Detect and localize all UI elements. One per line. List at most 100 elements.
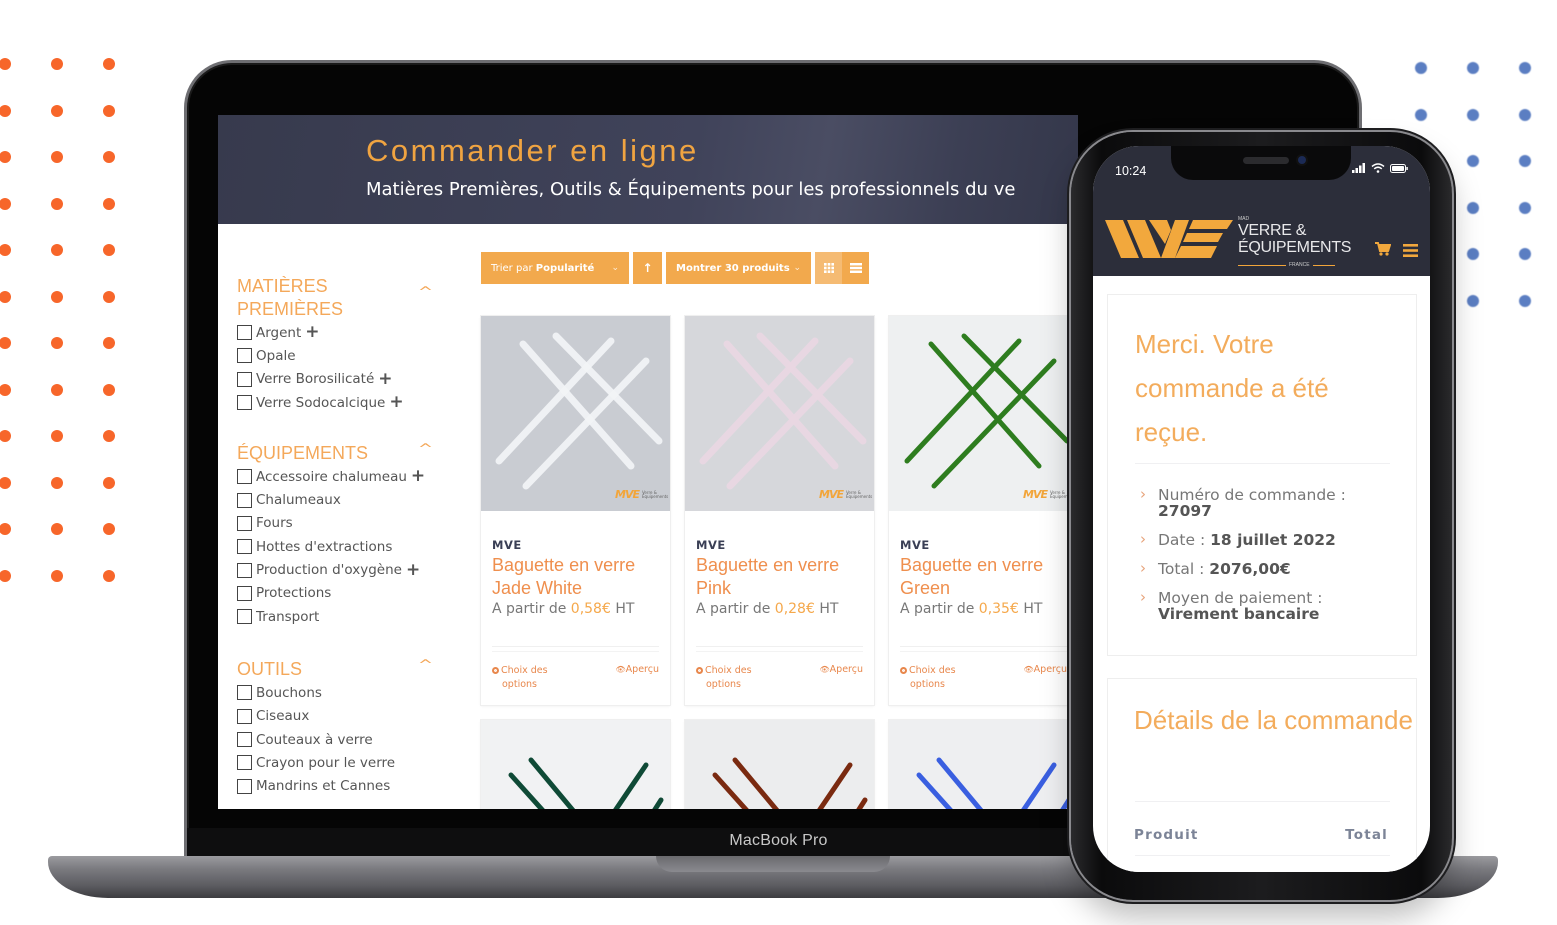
product-card[interactable]: MVE Verre & Équipements MVE Baguette en ver…: [889, 316, 1078, 705]
category-filter-item[interactable]: Verre Sodocalcique +: [237, 391, 437, 414]
category-filter-item[interactable]: Couteaux à verre: [237, 728, 437, 751]
cart-icon[interactable]: [1375, 241, 1392, 260]
sort-direction-button[interactable]: ↑: [633, 252, 662, 284]
divider: [900, 651, 1067, 652]
category-filter-item[interactable]: Argent +: [237, 321, 437, 344]
product-name-link[interactable]: Baguette en verre Jade White: [492, 554, 662, 600]
divider: [492, 646, 659, 647]
decorative-dot: [0, 476, 11, 489]
logo-icon: [1105, 220, 1233, 258]
select-options-link[interactable]: Choix des options: [900, 664, 990, 692]
checkbox[interactable]: [237, 778, 252, 794]
category-filter-item[interactable]: Crayon pour le verre: [237, 751, 437, 774]
checkbox[interactable]: [237, 609, 252, 625]
sort-select[interactable]: Trier par Popularité ⌄: [481, 252, 629, 284]
list-view-button[interactable]: [842, 252, 869, 284]
product-card[interactable]: MVE Verre & Équipements MVE Baguette en ver…: [685, 316, 874, 705]
checkbox[interactable]: [237, 492, 252, 508]
category-filter-item[interactable]: Fours: [237, 512, 437, 535]
category-filter-item[interactable]: Verre Borosilicaté +: [237, 368, 437, 391]
checkbox[interactable]: [237, 585, 252, 601]
sort-label: Trier par Popularité: [491, 262, 595, 274]
checkbox[interactable]: [237, 348, 252, 364]
category-filter-item[interactable]: Mandrins et Cannes: [237, 774, 437, 797]
checkbox[interactable]: [237, 515, 252, 531]
order-summary-value: 18 juillet 2022: [1210, 531, 1336, 549]
category-filter-item[interactable]: Bouchons: [237, 681, 437, 704]
checkbox[interactable]: [237, 371, 252, 387]
product-image[interactable]: [685, 720, 874, 809]
mve-logo-mark[interactable]: [1105, 216, 1233, 266]
checkbox[interactable]: [237, 469, 252, 485]
quick-view-link[interactable]: 👁︎Aperçu: [616, 664, 659, 675]
hamburger-menu-icon[interactable]: [1403, 242, 1418, 261]
product-image[interactable]: MVE Verre & Équipements: [685, 316, 874, 511]
product-brand: MVE: [492, 538, 522, 552]
product-card[interactable]: [685, 720, 874, 809]
category-sidebar: MATIÈRES PREMIÈRES ^ Argent + Opale Verre Bor…: [237, 275, 437, 809]
decorative-dot: [51, 523, 63, 535]
filter-label: Hottes d'extractions: [256, 538, 393, 555]
category-filter-item[interactable]: Opale: [237, 344, 437, 367]
expand-plus-icon[interactable]: +: [411, 468, 425, 485]
column-header-product: Produit: [1134, 827, 1199, 843]
per-page-select[interactable]: Montrer 30 produits ⌄: [666, 252, 811, 284]
decorative-dot: [1467, 62, 1479, 74]
expand-plus-icon[interactable]: +: [305, 324, 319, 341]
chevron-up-icon[interactable]: ^: [418, 658, 433, 673]
select-options-link[interactable]: Choix des options: [492, 664, 582, 692]
category-group: OUTILS ^ Bouchons Ciseaux Couteaux à verre Cr…: [237, 658, 437, 797]
decorative-dot: [103, 337, 115, 349]
checkbox[interactable]: [237, 325, 252, 341]
product-image[interactable]: MVE Verre & Équipements: [481, 316, 670, 511]
category-filter-item[interactable]: Transport: [237, 605, 437, 628]
order-received-card: Merci. Votre commande a été reçue. Numér…: [1107, 294, 1417, 656]
order-summary-value: 27097: [1158, 502, 1212, 520]
expand-plus-icon[interactable]: +: [389, 394, 403, 411]
divider: [1135, 855, 1390, 856]
category-group: ÉQUIPEMENTS ^ Accessoire chalumeau + Chalume…: [237, 442, 437, 628]
product-card[interactable]: MVE Verre & Équipements MVE Baguette en ver…: [481, 316, 670, 705]
category-heading[interactable]: ÉQUIPEMENTS: [237, 442, 387, 465]
checkbox[interactable]: [237, 755, 252, 771]
filter-label: Opale: [256, 347, 296, 364]
checkbox[interactable]: [237, 562, 252, 578]
category-filter-item[interactable]: Chalumeaux: [237, 488, 437, 511]
category-filter-item[interactable]: Hottes d'extractions: [237, 535, 437, 558]
quick-view-link[interactable]: 👁︎Aperçu: [1024, 664, 1067, 675]
chevron-down-icon: ⌄: [611, 263, 619, 273]
product-name-link[interactable]: Baguette en verre Pink: [696, 554, 866, 600]
checkbox[interactable]: [237, 539, 252, 555]
category-filter-item[interactable]: Ciseaux: [237, 705, 437, 728]
chevron-up-icon[interactable]: ^: [418, 442, 433, 457]
product-image[interactable]: [889, 720, 1078, 809]
grid-view-button[interactable]: [815, 252, 842, 284]
category-filter-item[interactable]: Accessoire chalumeau +: [237, 465, 437, 488]
product-name-link[interactable]: Baguette en verre Green: [900, 554, 1070, 600]
expand-plus-icon[interactable]: +: [378, 370, 392, 388]
laptop-screen: Commander en ligne Matières Premières, O…: [218, 115, 1078, 809]
product-card[interactable]: [481, 720, 670, 809]
chevron-up-icon[interactable]: ^: [418, 285, 433, 300]
expand-plus-icon[interactable]: +: [406, 561, 420, 579]
category-heading[interactable]: MATIÈRES PREMIÈRES: [237, 275, 387, 321]
product-price: A partir de 0,58€ HT: [492, 601, 635, 617]
price-amount: 0,28€: [774, 601, 815, 617]
decorative-dot: [51, 337, 63, 349]
checkbox[interactable]: [237, 708, 252, 724]
decorative-dot: [103, 104, 115, 117]
quick-view-link[interactable]: 👁︎Aperçu: [820, 664, 863, 675]
eye-icon: 👁︎: [615, 665, 626, 674]
arrow-up-icon: ↑: [642, 261, 653, 275]
product-image[interactable]: MVE Verre & Équipements: [889, 316, 1078, 511]
checkbox[interactable]: [237, 685, 252, 701]
category-filter-item[interactable]: Protections: [237, 582, 437, 605]
decorative-dot: [1467, 155, 1479, 167]
product-card[interactable]: [889, 720, 1078, 809]
checkbox[interactable]: [237, 395, 252, 411]
product-image[interactable]: [481, 720, 670, 809]
category-heading[interactable]: OUTILS: [237, 658, 387, 681]
category-filter-item[interactable]: Production d'oxygène +: [237, 558, 437, 581]
checkbox[interactable]: [237, 732, 252, 747]
select-options-link[interactable]: Choix des options: [696, 664, 786, 692]
